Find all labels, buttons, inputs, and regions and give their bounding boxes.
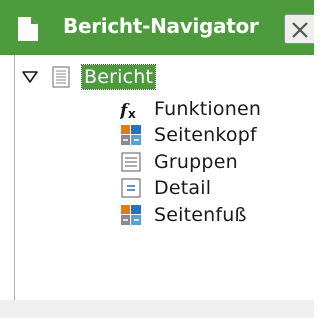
function-icon: f x — [120, 101, 136, 120]
page-footer-icon — [121, 205, 141, 225]
detail-icon — [121, 178, 141, 198]
tree-item-label: Funktionen — [154, 98, 262, 120]
panel-footer — [0, 300, 314, 318]
window-title: Bericht-Navigator — [63, 14, 259, 38]
tree-item-label: Seitenkopf — [154, 124, 257, 146]
tree-item-label: Gruppen — [154, 151, 238, 173]
title-bar: Bericht-Navigator — [0, 0, 314, 55]
document-icon — [18, 17, 38, 41]
groups-icon — [121, 152, 141, 172]
close-icon — [292, 22, 308, 38]
page-header-icon — [121, 125, 141, 145]
tree-item-label: Detail — [154, 177, 212, 199]
close-button[interactable] — [284, 14, 314, 44]
tree-item-label: Seitenfuß — [154, 204, 247, 226]
svg-text:x: x — [128, 107, 136, 120]
tree-item-label: Bericht — [80, 64, 157, 90]
expander-chevron-down-icon[interactable] — [21, 70, 39, 84]
report-icon — [52, 66, 70, 88]
